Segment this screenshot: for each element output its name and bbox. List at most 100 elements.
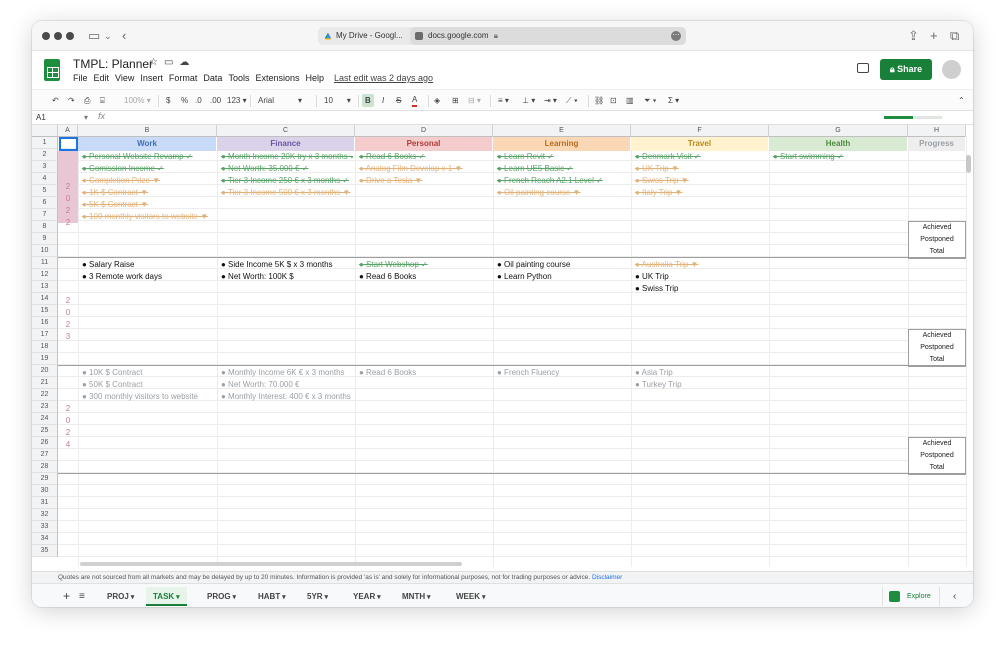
row-header-6[interactable]: 6 — [32, 197, 58, 209]
bold-button[interactable]: B — [362, 94, 374, 107]
row-header-24[interactable]: 24 — [32, 413, 58, 425]
sidebar-toggle-icon[interactable]: ▭ — [88, 28, 100, 44]
goal-item[interactable]: ● Salary Raise — [82, 259, 215, 271]
fill-color-icon[interactable]: ◈ — [434, 94, 440, 107]
name-box[interactable]: A1 ▾ — [36, 112, 88, 124]
goal-item[interactable]: ● Learn UE5 Basic ✓ — [497, 163, 629, 175]
row-header-33[interactable]: 33 — [32, 521, 58, 533]
column-header-a[interactable]: A — [58, 125, 78, 137]
goal-item[interactable]: ● 10K $ Contract — [82, 367, 215, 379]
address-bar[interactable]: docs.google.com 🔒︎ ⋯ — [410, 27, 686, 45]
column-header-d[interactable]: D — [355, 125, 493, 137]
goal-item[interactable]: ● Start swimming ✓ — [773, 151, 906, 163]
last-edit-link[interactable]: Last edit was 2 days ago — [334, 73, 433, 83]
goal-item[interactable]: ● Asia Trip — [635, 367, 767, 379]
row-header-20[interactable]: 20 — [32, 365, 58, 377]
filter-icon[interactable]: ⏷ ▾ — [644, 94, 657, 107]
strikethrough-button[interactable]: S — [396, 94, 401, 107]
goal-item[interactable]: ● Swiss Trip — [635, 283, 767, 295]
new-tab-icon[interactable]: + — [930, 28, 938, 44]
share-button[interactable]: 🔒︎ Share — [880, 59, 932, 80]
sheet-tab-week[interactable]: WEEK ▾ — [449, 587, 492, 606]
row-header-5[interactable]: 5 — [32, 185, 58, 197]
row-header-14[interactable]: 14 — [32, 293, 58, 305]
paint-format-icon[interactable]: ⌸ — [100, 94, 105, 107]
collapse-side-panel-icon[interactable]: ‹ — [946, 587, 963, 606]
menu-format[interactable]: Format — [169, 73, 198, 83]
insert-chart-icon[interactable]: ▥ — [626, 94, 634, 107]
menu-file[interactable]: File — [73, 73, 88, 83]
row-header-25[interactable]: 25 — [32, 425, 58, 437]
column-header-f[interactable]: F — [631, 125, 769, 137]
column-header-b[interactable]: B — [78, 125, 217, 137]
goal-item[interactable]: ● Learn Revit ✓ — [497, 151, 629, 163]
category-header-health[interactable]: Health — [769, 137, 908, 151]
goal-item[interactable]: ● 100 monthly visitors to website ▼ — [82, 211, 215, 223]
borders-icon[interactable]: ⊞ — [452, 94, 459, 107]
goal-item[interactable]: ● Month Income 20K try x 3 months ✓ — [221, 151, 353, 163]
undo-icon[interactable]: ↶ — [52, 94, 59, 107]
tabs-overview-icon[interactable]: ⧉ — [950, 28, 959, 44]
goal-item[interactable]: ● Net Worth: 35.000 € ✓ — [221, 163, 353, 175]
comment-history-icon[interactable] — [857, 63, 869, 73]
row-header-11[interactable]: 11 — [32, 257, 58, 269]
goal-item[interactable]: ● Analog Film Develop x 1 ▼ — [359, 163, 491, 175]
document-title[interactable]: TMPL: Planner — [73, 57, 153, 71]
functions-icon[interactable]: Σ ▾ — [668, 94, 679, 107]
text-rotation-icon[interactable]: ⟋ ▾ — [566, 94, 578, 107]
category-header-learning[interactable]: Learning — [493, 137, 631, 151]
column-header-h[interactable]: H — [908, 125, 966, 137]
goal-item[interactable]: ● 50K $ Contract — [82, 379, 215, 391]
sheet-tab-proj[interactable]: PROJ ▾ — [100, 587, 141, 606]
insert-link-icon[interactable]: ⛓ — [594, 94, 604, 107]
goal-item[interactable]: ● 1K $ Contract ▼ — [82, 187, 215, 199]
goal-item[interactable]: ● Oil painting course — [497, 259, 629, 271]
row-header-13[interactable]: 13 — [32, 281, 58, 293]
goal-item[interactable]: ● Personal Website Revamp ✓ — [82, 151, 215, 163]
chevron-down-icon[interactable]: ⌄ — [104, 28, 112, 44]
avatar[interactable] — [942, 60, 961, 79]
menu-view[interactable]: View — [115, 73, 134, 83]
goal-item[interactable]: ● Side Income 5K $ x 3 months — [221, 259, 353, 271]
goal-item[interactable]: ● Start Webshop ✓ — [359, 259, 491, 271]
more-formats-button[interactable]: 123 ▾ — [227, 94, 247, 107]
sheet-tab-prog[interactable]: PROG ▾ — [200, 587, 243, 606]
column-header-c[interactable]: C — [217, 125, 355, 137]
category-header-work[interactable]: Work — [78, 137, 217, 151]
horizontal-scrollbar[interactable] — [80, 562, 462, 566]
row-header-12[interactable]: 12 — [32, 269, 58, 281]
goal-item[interactable]: ● Completion Prize ▼ — [82, 175, 215, 187]
reload-icon[interactable]: ⋯ — [671, 31, 681, 41]
goal-item[interactable]: ● Drive a Tesla ▼ — [359, 175, 491, 187]
column-header-e[interactable]: E — [493, 125, 631, 137]
row-header-35[interactable]: 35 — [32, 545, 58, 557]
menu-data[interactable]: Data — [203, 73, 222, 83]
increase-decimal-button[interactable]: .00 — [210, 94, 221, 107]
row-header-31[interactable]: 31 — [32, 497, 58, 509]
row-header-17[interactable]: 17 — [32, 329, 58, 341]
row-header-26[interactable]: 26 — [32, 437, 58, 449]
category-header-personal[interactable]: Personal — [355, 137, 493, 151]
goal-item[interactable]: ● UK Trip — [635, 271, 767, 283]
row-header-18[interactable]: 18 — [32, 341, 58, 353]
currency-format-button[interactable]: $ — [166, 94, 170, 107]
row-header-32[interactable]: 32 — [32, 509, 58, 521]
star-icon[interactable]: ☆ — [149, 57, 164, 68]
move-folder-icon[interactable]: ▭ — [164, 57, 179, 68]
spreadsheet-grid[interactable]: A B C D E F G H 1 2 3 4 5 6 7 8 9 10 11 12 13 14 15 16 17 18 19 20 2… — [32, 125, 973, 571]
sheet-tab-mnth[interactable]: MNTH ▾ — [395, 587, 438, 606]
goal-item[interactable]: ● Learn Python — [497, 271, 629, 283]
sheet-tab-year[interactable]: YEAR ▾ — [346, 587, 388, 606]
collapse-toolbar-icon[interactable]: ⌃ — [958, 94, 965, 107]
menu-insert[interactable]: Insert — [140, 73, 163, 83]
minimize-window-button[interactable] — [54, 32, 62, 40]
zoom-select[interactable]: 100% ▾ — [124, 94, 151, 107]
goal-item[interactable]: ● Read 6 Books ✓ — [359, 151, 491, 163]
row-header-29[interactable]: 29 — [32, 473, 58, 485]
goal-item[interactable]: ● Read 6 Books — [359, 367, 491, 379]
menu-tools[interactable]: Tools — [228, 73, 249, 83]
category-header-finance[interactable]: Finance — [217, 137, 355, 151]
goal-item[interactable]: ● Australia Trip ▼ — [635, 259, 767, 271]
row-header-27[interactable]: 27 — [32, 449, 58, 461]
maximize-window-button[interactable] — [66, 32, 74, 40]
